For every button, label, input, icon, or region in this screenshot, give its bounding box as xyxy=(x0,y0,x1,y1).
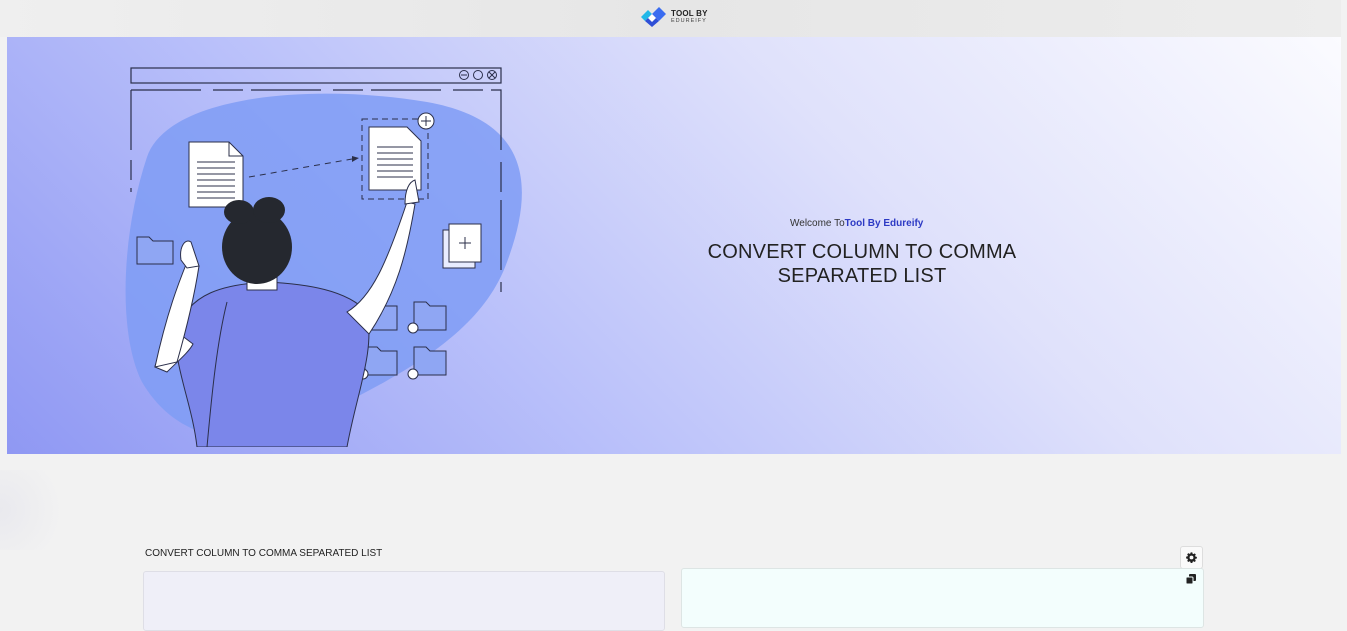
top-bar: TOOL BY EDUREIFY xyxy=(0,0,1341,37)
csv-output-textarea[interactable] xyxy=(681,568,1204,628)
edureify-logo-icon xyxy=(641,7,666,27)
page-title-line1: CONVERT COLUMN TO COMMA xyxy=(707,241,1017,263)
copy-icon[interactable] xyxy=(1185,573,1197,585)
welcome-text: Welcome ToTool By Edureify xyxy=(790,218,923,229)
page-title-line2: SEPARATED LIST xyxy=(777,265,947,287)
site-logo[interactable]: TOOL BY EDUREIFY xyxy=(639,7,708,27)
page-title: CONVERT COLUMN TO COMMA SEPARATED LIST xyxy=(697,240,1027,288)
gear-icon xyxy=(1186,552,1197,563)
logo-text-line2: EDUREIFY xyxy=(671,17,707,24)
welcome-brand: Tool By Edureify xyxy=(844,218,924,229)
tool-section-label: CONVERT COLUMN TO COMMA SEPARATED LIST xyxy=(145,548,383,559)
logo-text-line1: TOOL BY xyxy=(671,8,708,18)
hero-illustration xyxy=(125,67,522,447)
settings-button[interactable] xyxy=(1180,546,1203,569)
hero-banner: Welcome ToTool By Edureify CONVERT COLUM… xyxy=(7,37,1341,454)
decorative-blob xyxy=(0,470,80,550)
welcome-prefix: Welcome To xyxy=(790,218,845,229)
column-input-textarea[interactable] xyxy=(143,571,665,631)
